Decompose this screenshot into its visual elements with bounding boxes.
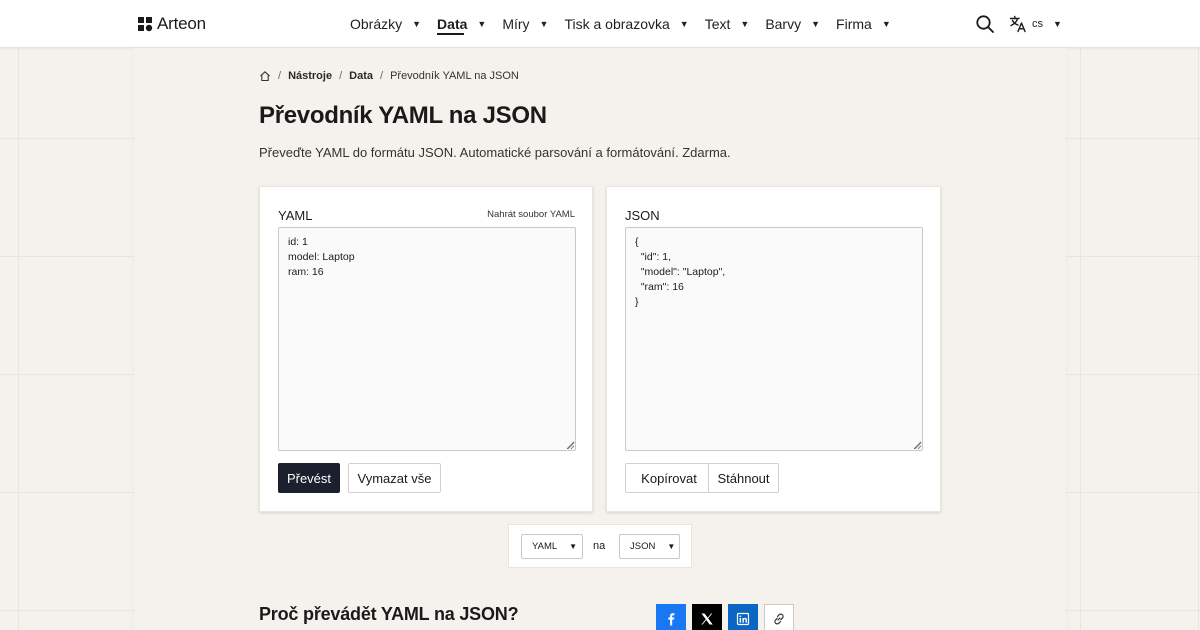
- nav-item-text[interactable]: Text ▼: [705, 0, 750, 48]
- brand-name: Arteon: [157, 14, 206, 33]
- nav-item-company[interactable]: Firma ▼: [836, 0, 891, 48]
- breadcrumb-separator: /: [339, 70, 343, 82]
- breadcrumb-item-tools[interactable]: Nástroje: [288, 70, 332, 82]
- brand-logo[interactable]: Arteon: [137, 13, 206, 35]
- nav-item-data[interactable]: Data ▼: [437, 0, 486, 48]
- x-icon: [701, 613, 713, 625]
- chevron-down-icon: ▼: [679, 19, 689, 29]
- section-heading: Proč převádět YAML na JSON?: [259, 604, 519, 624]
- language-code: cs: [1032, 18, 1043, 30]
- clear-all-button[interactable]: Vymazat vše: [348, 463, 441, 493]
- source-format-value: YAML: [532, 541, 558, 552]
- language-selector[interactable]: cs ▼: [1009, 14, 1062, 34]
- download-button[interactable]: Stáhnout: [708, 463, 779, 493]
- nav-item-label: Obrázky: [350, 16, 403, 32]
- format-selector: YAML ▼ na JSON ▼: [508, 524, 692, 568]
- yaml-panel-title: YAML: [278, 208, 313, 223]
- logo-mark-icon: [138, 17, 153, 32]
- main-nav: Obrázky ▼ Data ▼ Míry ▼ Tisk a obrazovka…: [350, 0, 907, 48]
- nav-item-print-screen[interactable]: Tisk a obrazovka ▼: [564, 0, 688, 48]
- chevron-down-icon: ▼: [881, 19, 891, 29]
- nav-item-images[interactable]: Obrázky ▼: [350, 0, 421, 48]
- yaml-input-textarea[interactable]: id: 1 model: Laptop ram: 16: [278, 227, 576, 451]
- nav-item-label: Data: [437, 16, 468, 32]
- page-title: Převodník YAML na JSON: [259, 102, 547, 129]
- json-output-textarea[interactable]: { "id": 1, "model": "Laptop", "ram": 16 …: [625, 227, 923, 451]
- breadcrumb-item-current: Převodník YAML na JSON: [390, 70, 519, 82]
- nav-item-label: Firma: [836, 16, 872, 32]
- chevron-down-icon: ▼: [539, 19, 549, 29]
- upload-yaml-link[interactable]: Nahrát soubor YAML: [487, 209, 575, 220]
- link-icon: [774, 613, 784, 625]
- nav-item-label: Míry: [502, 16, 530, 32]
- chevron-down-icon: ▼: [412, 19, 422, 29]
- breadcrumb-item-data[interactable]: Data: [349, 70, 373, 82]
- search-icon: [976, 15, 994, 33]
- share-facebook-button[interactable]: [656, 604, 686, 630]
- share-x-button[interactable]: [692, 604, 722, 630]
- translate-icon: [1009, 15, 1026, 33]
- breadcrumb-separator: /: [380, 70, 384, 82]
- resize-grip-icon[interactable]: [914, 442, 922, 450]
- chevron-down-icon: ▼: [667, 542, 676, 551]
- chevron-down-icon: ▼: [811, 19, 821, 29]
- page-description: Převeďte YAML do formátu JSON. Automatic…: [259, 145, 731, 160]
- format-connector-label: na: [593, 540, 606, 552]
- copy-link-button[interactable]: [764, 604, 794, 630]
- yaml-input-card: YAML Nahrát soubor YAML id: 1 model: Lap…: [259, 186, 593, 512]
- nav-item-label: Tisk a obrazovka: [564, 16, 670, 32]
- target-format-select[interactable]: JSON ▼: [619, 534, 680, 559]
- json-output-card: JSON { "id": 1, "model": "Laptop", "ram"…: [606, 186, 941, 512]
- breadcrumb-separator: /: [278, 70, 282, 82]
- linkedin-icon: [736, 612, 750, 626]
- chevron-down-icon: ▼: [740, 19, 750, 29]
- nav-item-label: Barvy: [765, 16, 802, 32]
- nav-item-colors[interactable]: Barvy ▼: [765, 0, 820, 48]
- top-navigation-bar: Arteon Obrázky ▼ Data ▼ Míry ▼ Tisk a ob…: [0, 0, 1200, 48]
- share-linkedin-button[interactable]: [728, 604, 758, 630]
- nav-item-label: Text: [704, 16, 731, 32]
- target-format-value: JSON: [630, 541, 656, 552]
- facebook-icon: [668, 613, 675, 626]
- resize-grip-icon[interactable]: [567, 442, 575, 450]
- search-button[interactable]: [975, 14, 995, 34]
- source-format-select[interactable]: YAML ▼: [521, 534, 583, 559]
- json-panel-title: JSON: [625, 208, 660, 223]
- chevron-down-icon: ▼: [1053, 19, 1062, 29]
- copy-button[interactable]: Kopírovat: [625, 463, 713, 493]
- home-icon[interactable]: [259, 70, 271, 82]
- nav-item-measures[interactable]: Míry ▼: [502, 0, 548, 48]
- chevron-down-icon: ▼: [477, 19, 487, 29]
- breadcrumb: / Nástroje / Data / Převodník YAML na JS…: [259, 68, 519, 84]
- chevron-down-icon: ▼: [569, 542, 578, 551]
- convert-button[interactable]: Převést: [278, 463, 340, 493]
